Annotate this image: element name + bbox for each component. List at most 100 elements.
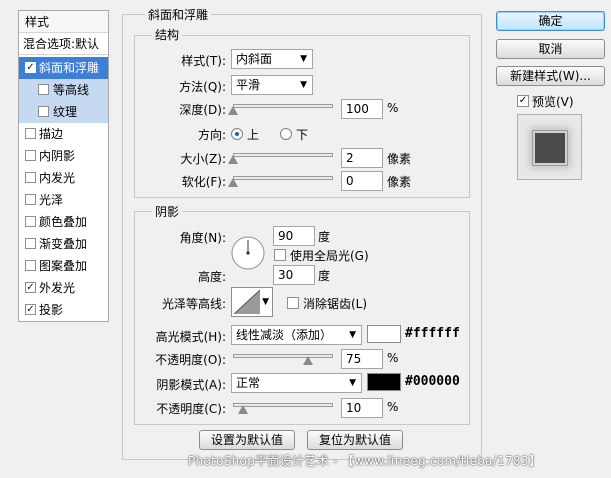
shading-title: 阴影 xyxy=(152,203,183,220)
preview-label: 预览(V) xyxy=(532,95,574,109)
highlight-hex-label: #ffffff xyxy=(405,326,460,341)
style-item-pattern-overlay[interactable]: 图案叠加 xyxy=(19,255,108,277)
technique-label: 方法(Q): xyxy=(179,80,226,94)
chevron-down-icon: ▼ xyxy=(300,54,307,64)
style-item-contour[interactable]: 等高线 xyxy=(19,79,108,101)
texture-checkbox[interactable] xyxy=(38,106,49,117)
chevron-down-icon: ▼ xyxy=(349,378,356,388)
direction-up-radio[interactable] xyxy=(231,128,243,140)
angle-input[interactable]: 90 xyxy=(273,226,315,246)
inner-shadow-checkbox[interactable] xyxy=(25,150,36,161)
size-slider-thumb[interactable] xyxy=(228,155,238,164)
style-item-color-overlay[interactable]: 颜色叠加 xyxy=(19,211,108,233)
anti-alias-checkbox[interactable] xyxy=(287,297,299,309)
shadow-color-swatch[interactable] xyxy=(367,373,401,391)
highlight-mode-value: 线性减淡（添加） xyxy=(236,328,333,342)
shadow-opacity-unit: % xyxy=(387,400,399,414)
direction-down-radio[interactable] xyxy=(280,128,292,140)
size-slider[interactable] xyxy=(233,153,333,157)
size-label: 大小(Z): xyxy=(180,152,226,166)
drop-shadow-checkbox[interactable]: ✓ xyxy=(25,304,36,315)
style-item-label: 内阴影 xyxy=(39,149,76,163)
pattern-overlay-checkbox[interactable] xyxy=(25,260,36,271)
style-item-label: 外发光 xyxy=(39,281,76,295)
highlight-opacity-slider-thumb[interactable] xyxy=(303,356,313,365)
bevel-style-dropdown[interactable]: 内斜面 ▼ xyxy=(231,49,313,69)
preview-checkbox[interactable]: ✓ xyxy=(517,95,529,107)
style-item-drop-shadow[interactable]: ✓ 投影 xyxy=(19,299,108,321)
style-preview-swatch xyxy=(533,131,567,165)
depth-slider-thumb[interactable] xyxy=(228,106,238,115)
style-item-label: 投影 xyxy=(39,303,64,317)
highlight-opacity-slider[interactable] xyxy=(233,354,333,358)
stroke-checkbox[interactable] xyxy=(25,128,36,139)
global-light-label: 使用全局光(G) xyxy=(290,249,369,263)
size-unit: 像素 xyxy=(387,152,412,166)
soften-slider-thumb[interactable] xyxy=(228,178,238,187)
altitude-unit: 度 xyxy=(318,269,331,283)
soften-label: 软化(F): xyxy=(181,175,226,189)
contour-checkbox[interactable] xyxy=(38,84,49,95)
contour-preview-icon xyxy=(234,290,260,314)
radio-dot xyxy=(235,132,239,136)
depth-label: 深度(D): xyxy=(179,103,226,117)
make-default-button[interactable]: 设置为默认值 xyxy=(199,430,295,450)
bevel-emboss-title: 斜面和浮雕 xyxy=(145,6,212,23)
satin-checkbox[interactable] xyxy=(25,194,36,205)
highlight-color-swatch[interactable] xyxy=(367,325,401,343)
shadow-opacity-slider[interactable] xyxy=(233,403,333,407)
style-item-outer-glow[interactable]: ✓ 外发光 xyxy=(19,277,108,299)
style-item-inner-glow[interactable]: 内发光 xyxy=(19,167,108,189)
global-light-checkbox[interactable] xyxy=(274,249,286,261)
depth-input[interactable]: 100 xyxy=(341,99,383,119)
style-item-gradient-overlay[interactable]: 渐变叠加 xyxy=(19,233,108,255)
size-input[interactable]: 2 xyxy=(341,148,383,168)
bevel-emboss-checkbox[interactable]: ✓ xyxy=(25,62,36,73)
chevron-down-icon: ▼ xyxy=(262,297,269,307)
highlight-opacity-input[interactable]: 75 xyxy=(341,349,383,369)
direction-label: 方向: xyxy=(197,128,226,142)
altitude-input[interactable]: 30 xyxy=(273,265,315,285)
style-item-label: 等高线 xyxy=(53,83,90,97)
style-label: 样式(T): xyxy=(181,54,226,68)
soften-slider[interactable] xyxy=(233,176,333,180)
style-list-header[interactable]: 样式 xyxy=(19,11,108,33)
angle-dial[interactable] xyxy=(230,235,266,271)
shadow-opacity-slider-thumb[interactable] xyxy=(238,405,248,414)
style-item-texture[interactable]: 纹理 xyxy=(19,101,108,123)
chevron-down-icon: ▼ xyxy=(300,80,307,90)
blending-options-item[interactable]: 混合选项:默认 xyxy=(19,33,108,55)
style-item-label: 光泽 xyxy=(39,193,64,207)
style-item-satin[interactable]: 光泽 xyxy=(19,189,108,211)
style-item-inner-shadow[interactable]: 内阴影 xyxy=(19,145,108,167)
highlight-opacity-label: 不透明度(O): xyxy=(155,353,226,367)
highlight-opacity-unit: % xyxy=(387,351,399,365)
gloss-contour-picker[interactable]: ▼ xyxy=(231,287,273,317)
direction-up-label: 上 xyxy=(247,128,260,142)
inner-glow-checkbox[interactable] xyxy=(25,172,36,183)
technique-value: 平滑 xyxy=(236,78,261,92)
chevron-down-icon: ▼ xyxy=(349,330,356,340)
shadow-opacity-input[interactable]: 10 xyxy=(341,398,383,418)
depth-unit: % xyxy=(387,101,399,115)
soften-input[interactable]: 0 xyxy=(341,171,383,191)
outer-glow-checkbox[interactable]: ✓ xyxy=(25,282,36,293)
new-style-button[interactable]: 新建样式(W)... xyxy=(496,66,605,86)
highlight-mode-dropdown[interactable]: 线性减淡（添加） ▼ xyxy=(231,325,362,345)
shadow-opacity-label: 不透明度(C): xyxy=(156,402,226,416)
highlight-mode-label: 高光模式(H): xyxy=(155,330,226,344)
technique-dropdown[interactable]: 平滑 ▼ xyxy=(231,75,313,95)
style-item-label: 图案叠加 xyxy=(39,259,88,273)
angle-dial-center xyxy=(246,251,250,255)
depth-slider[interactable] xyxy=(233,104,333,108)
style-item-stroke[interactable]: 描边 xyxy=(19,123,108,145)
altitude-label: 高度: xyxy=(197,270,226,284)
color-overlay-checkbox[interactable] xyxy=(25,216,36,227)
style-item-bevel-emboss[interactable]: ✓ 斜面和浮雕 xyxy=(19,57,108,79)
style-list: 样式 混合选项:默认 ✓ 斜面和浮雕 等高线 纹理 描边 内阴影 内发光 光泽 … xyxy=(18,10,109,322)
gradient-overlay-checkbox[interactable] xyxy=(25,238,36,249)
shadow-mode-dropdown[interactable]: 正常 ▼ xyxy=(231,373,362,393)
cancel-button[interactable]: 取消 xyxy=(496,39,605,59)
reset-default-button[interactable]: 复位为默认值 xyxy=(307,430,403,450)
ok-button[interactable]: 确定 xyxy=(496,11,605,31)
